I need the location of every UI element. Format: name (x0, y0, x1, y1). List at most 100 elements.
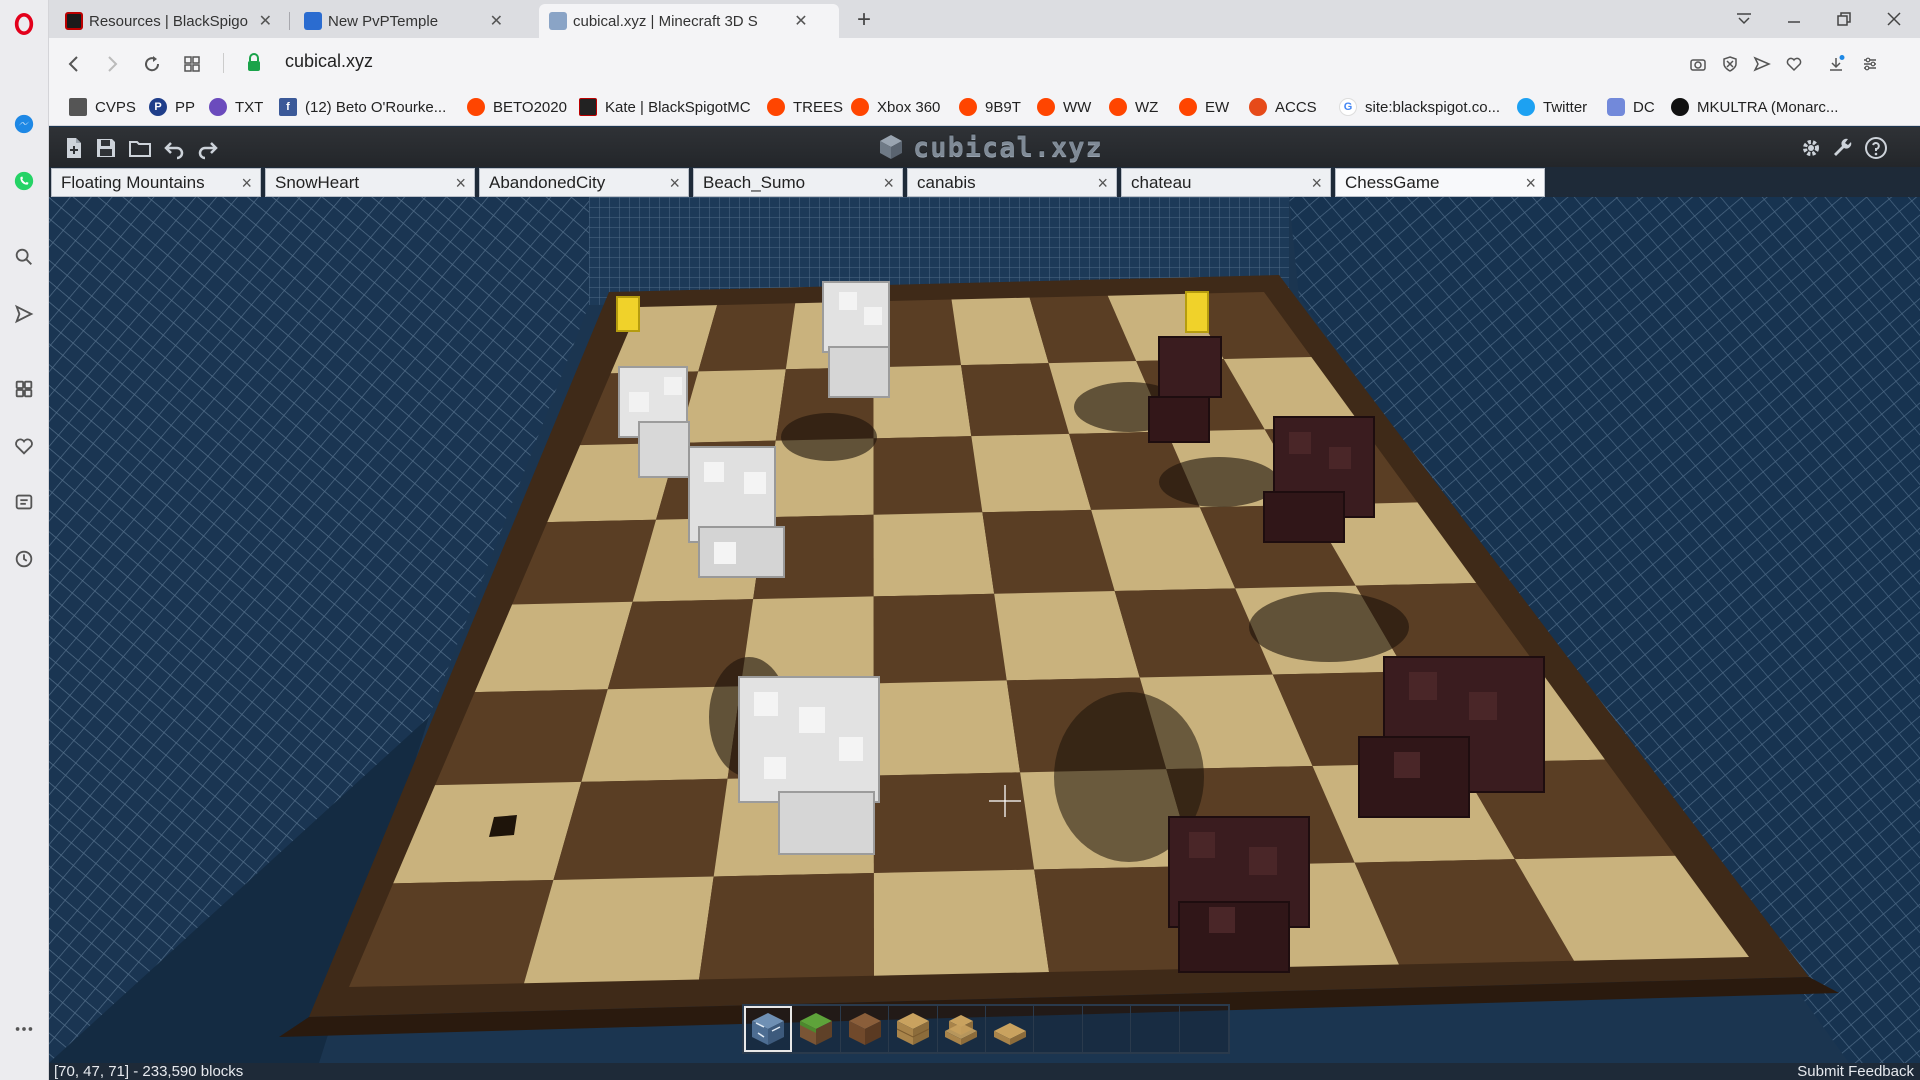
forward-icon[interactable] (99, 51, 125, 77)
back-icon[interactable] (61, 51, 87, 77)
minimize-icon[interactable] (1779, 6, 1809, 32)
bookmark-beto2020[interactable]: BETO2020 (467, 97, 567, 117)
download-icon[interactable] (1823, 51, 1849, 77)
whatsapp-icon[interactable] (10, 167, 38, 195)
bookmark-twitter[interactable]: Twitter (1517, 97, 1587, 117)
browser-tab-resources[interactable]: Resources | BlackSpigotMC ✕ (55, 4, 283, 38)
black-queen-piece (1358, 656, 1545, 818)
tools-wrench-icon[interactable] (1830, 135, 1856, 161)
history-clock-icon[interactable] (10, 545, 38, 573)
close-project-icon[interactable]: × (241, 173, 252, 194)
project-tab-snowheart[interactable]: SnowHeart × (265, 168, 475, 197)
reddit-icon (959, 98, 977, 116)
more-dots-icon[interactable] (10, 1015, 38, 1043)
close-project-icon[interactable]: × (455, 173, 466, 194)
close-project-icon[interactable]: × (1311, 173, 1322, 194)
bookmark-kate[interactable]: Kate | BlackSpigotMC (579, 97, 751, 117)
close-project-icon[interactable]: × (1097, 173, 1108, 194)
browser-tab-pvptemple[interactable]: New PvPTemple ✕ (294, 4, 514, 38)
new-tab-button[interactable]: + (849, 6, 879, 34)
bookmark-label: Xbox 360 (877, 98, 941, 116)
hotbar-slot-slab[interactable] (986, 1006, 1035, 1052)
bookmark-cvps[interactable]: CVPS (69, 97, 136, 117)
help-icon[interactable] (1863, 135, 1889, 161)
pvptemple-favicon-icon (304, 12, 322, 30)
undo-icon[interactable] (161, 135, 187, 161)
bookmark-pp[interactable]: P PP (149, 97, 195, 117)
settings-gear-icon[interactable] (1798, 135, 1824, 161)
bookmark-ww[interactable]: WW (1037, 97, 1091, 117)
bookmark-9b9t[interactable]: 9B9T (959, 97, 1021, 117)
hotbar-slot-glass[interactable] (744, 1006, 793, 1052)
new-file-icon[interactable] (61, 135, 87, 161)
bookmark-site-blackspigot[interactable]: G site:blackspigot.co... (1339, 97, 1500, 117)
hotbar-slot-empty[interactable] (1180, 1006, 1228, 1052)
snapshot-camera-icon[interactable] (1685, 51, 1711, 77)
bookmark-wz[interactable]: WZ (1109, 97, 1158, 117)
close-tab-icon[interactable]: ✕ (489, 11, 504, 31)
flow-send-icon[interactable] (10, 300, 38, 328)
share-send-icon[interactable] (1749, 51, 1775, 77)
close-project-icon[interactable]: × (883, 173, 894, 194)
3d-viewport[interactable] (49, 197, 1920, 1063)
bookmark-txt[interactable]: TXT (209, 97, 263, 117)
google-icon: G (1339, 98, 1357, 116)
paypal-icon: P (149, 98, 167, 116)
close-window-icon[interactable] (1879, 6, 1909, 32)
hotbar-slot-stairs[interactable] (938, 1006, 986, 1052)
bookmark-accs[interactable]: ACCS (1249, 97, 1317, 117)
opera-logo-icon[interactable] (10, 10, 38, 38)
close-project-icon[interactable]: × (669, 173, 680, 194)
url-field[interactable]: cubical.xyz (285, 51, 373, 72)
save-icon[interactable] (93, 135, 119, 161)
block-hotbar (742, 1004, 1230, 1054)
hotbar-slot-grass[interactable] (792, 1006, 841, 1052)
reddit-icon (1109, 98, 1127, 116)
dirt-block-icon (848, 1013, 881, 1045)
blackspigot-icon (579, 98, 597, 116)
close-tab-icon[interactable]: ✕ (793, 11, 809, 31)
project-tab-floating-mountains[interactable]: Floating Mountains × (51, 168, 261, 197)
project-tab-abandonedcity[interactable]: AbandonedCity × (479, 168, 689, 197)
reload-icon[interactable] (139, 51, 165, 77)
hotbar-slot-planks[interactable] (889, 1006, 938, 1052)
open-folder-icon[interactable] (127, 135, 153, 161)
bookmark-xbox360[interactable]: Xbox 360 (851, 97, 940, 117)
news-icon[interactable] (10, 488, 38, 516)
browser-tab-cubical[interactable]: cubical.xyz | Minecraft 3D S ✕ (539, 4, 839, 38)
blackspigot-favicon-icon (65, 12, 83, 30)
adblock-icon[interactable] (1717, 51, 1743, 77)
restore-icon[interactable] (1829, 6, 1859, 32)
bookmark-mkultra[interactable]: MKULTRA (Monarc... (1671, 97, 1838, 117)
project-tab-chateau[interactable]: chateau × (1121, 168, 1331, 197)
hotbar-slot-empty[interactable] (1131, 1006, 1180, 1052)
speed-dial-icon[interactable] (10, 375, 38, 403)
bookmark-beto[interactable]: f (12) Beto O'Rourke... (279, 97, 446, 117)
easy-setup-icon[interactable] (1857, 51, 1883, 77)
secure-lock-icon[interactable] (245, 52, 263, 74)
submit-feedback-link[interactable]: Submit Feedback (1797, 1063, 1914, 1080)
bookmark-label: BETO2020 (493, 98, 567, 116)
project-tab-label: ChessGame (1345, 172, 1440, 192)
hotbar-slot-empty[interactable] (1083, 1006, 1132, 1052)
hotbar-slot-empty[interactable] (1034, 1006, 1083, 1052)
status-bar: [70, 47, 71] - 233,590 blocks Submit Fee… (49, 1063, 1920, 1080)
messenger-icon[interactable] (10, 110, 38, 138)
close-project-icon[interactable]: × (1525, 173, 1536, 194)
reddit-icon (1037, 98, 1055, 116)
hotbar-slot-dirt[interactable] (841, 1006, 890, 1052)
close-tab-icon[interactable]: ✕ (258, 11, 273, 31)
tab-menu-icon[interactable] (1729, 6, 1759, 32)
project-tab-canabis[interactable]: canabis × (907, 168, 1117, 197)
bookmark-ew[interactable]: EW (1179, 97, 1229, 117)
bookmark-label: MKULTRA (Monarc... (1697, 98, 1839, 116)
search-icon[interactable] (10, 243, 38, 271)
project-tab-beach-sumo[interactable]: Beach_Sumo × (693, 168, 903, 197)
tab-grid-icon[interactable] (179, 51, 205, 77)
bookmark-trees[interactable]: TREES (767, 97, 843, 117)
heart-icon[interactable] (10, 432, 38, 460)
redo-icon[interactable] (195, 135, 221, 161)
bookmark-dc[interactable]: DC (1607, 97, 1655, 117)
bookmark-heart-icon[interactable] (1781, 51, 1807, 77)
project-tab-chessgame[interactable]: ChessGame × (1335, 168, 1545, 197)
